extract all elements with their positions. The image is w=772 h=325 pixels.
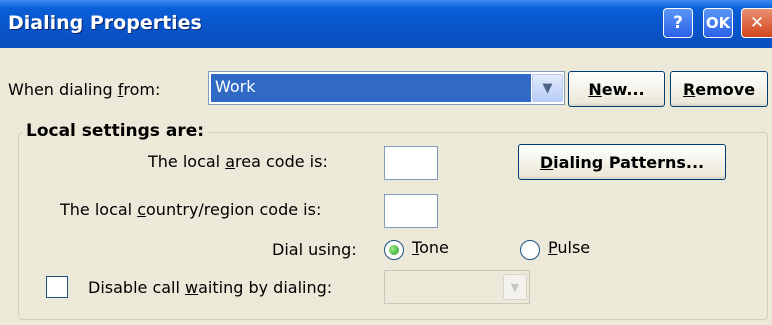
dialing-patterns-button[interactable]: Dialing Patterns... <box>518 144 726 180</box>
area-code-label: The local area code is: <box>148 152 328 171</box>
area-code-input[interactable] <box>384 146 438 180</box>
ok-button[interactable]: OK <box>703 8 733 38</box>
dialing-from-select[interactable]: Work ▼ <box>208 71 565 105</box>
close-icon: ✕ <box>749 13 765 33</box>
call-waiting-label: Disable call waiting by dialing: <box>88 278 333 297</box>
local-settings-title: Local settings are: <box>22 121 209 141</box>
window-title: Dialing Properties <box>8 12 202 34</box>
dialing-from-label: When dialing from: <box>8 80 161 99</box>
remove-location-button[interactable]: Remove <box>670 71 768 107</box>
help-button[interactable]: ? <box>663 8 693 38</box>
tone-label[interactable]: Tone <box>412 238 449 257</box>
country-code-label: The local country/region code is: <box>60 200 322 219</box>
call-waiting-select[interactable]: ▼ <box>384 270 530 304</box>
call-waiting-checkbox[interactable] <box>46 276 68 298</box>
tone-radio[interactable] <box>384 240 404 260</box>
dialing-from-value: Work <box>211 74 531 102</box>
pulse-label[interactable]: Pulse <box>548 238 590 257</box>
pulse-radio[interactable] <box>520 240 540 260</box>
dial-using-label: Dial using: <box>272 240 357 259</box>
close-button[interactable]: ✕ <box>741 8 772 38</box>
title-bar: Dialing Properties ? OK ✕ <box>0 0 772 48</box>
chevron-down-icon: ▼ <box>503 274 527 300</box>
country-code-input[interactable] <box>384 194 438 228</box>
chevron-down-icon[interactable]: ▼ <box>532 74 563 102</box>
new-location-button[interactable]: New... <box>568 71 665 107</box>
